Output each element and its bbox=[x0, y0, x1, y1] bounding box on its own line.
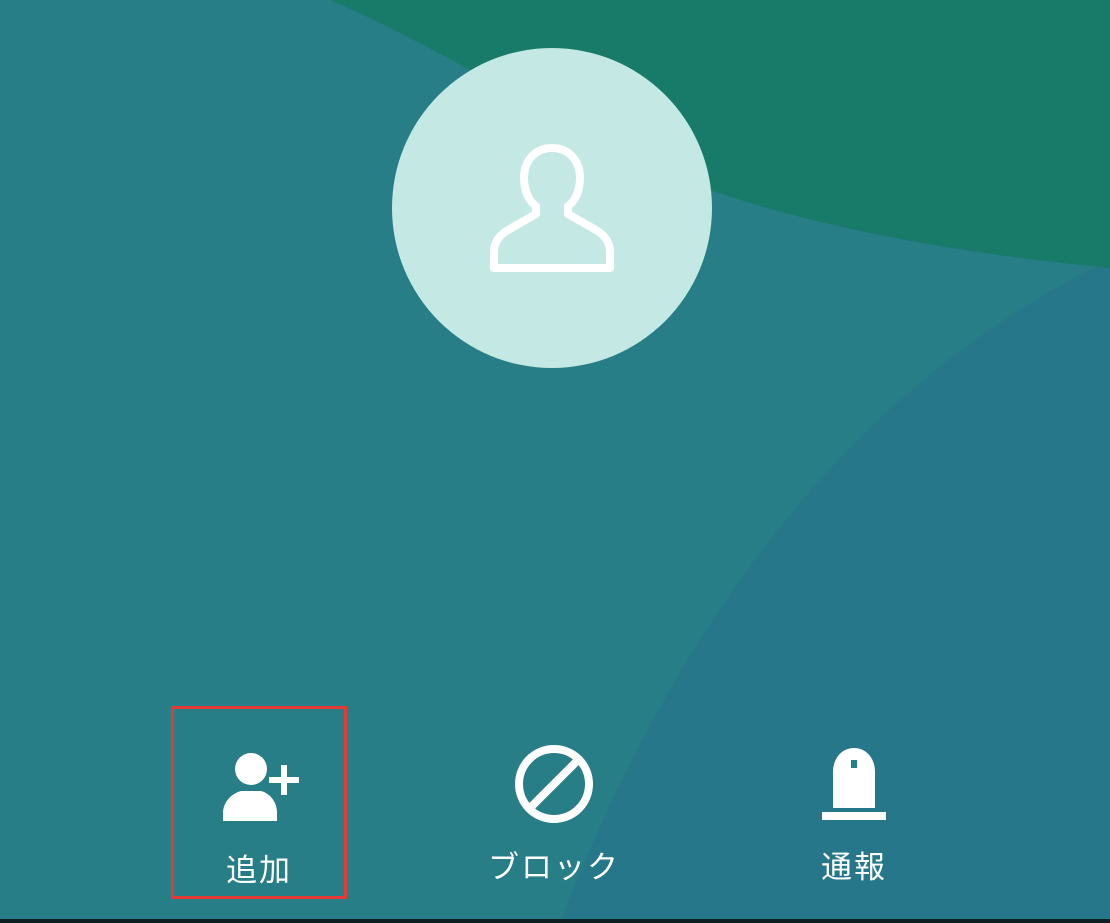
block-label: ブロック bbox=[488, 850, 620, 886]
add-friend-label: 追加 bbox=[226, 853, 292, 889]
add-person-icon bbox=[211, 739, 307, 835]
bottom-edge-divider bbox=[0, 919, 1110, 923]
profile-avatar bbox=[392, 48, 712, 368]
block-button[interactable]: ブロック bbox=[466, 706, 642, 899]
report-label: 通報 bbox=[821, 850, 887, 886]
person-outline-icon bbox=[490, 144, 614, 272]
report-alarm-icon bbox=[806, 736, 902, 832]
add-friend-button[interactable]: 追加 bbox=[171, 706, 347, 899]
block-icon bbox=[506, 736, 602, 832]
report-button[interactable]: 通報 bbox=[766, 706, 942, 899]
